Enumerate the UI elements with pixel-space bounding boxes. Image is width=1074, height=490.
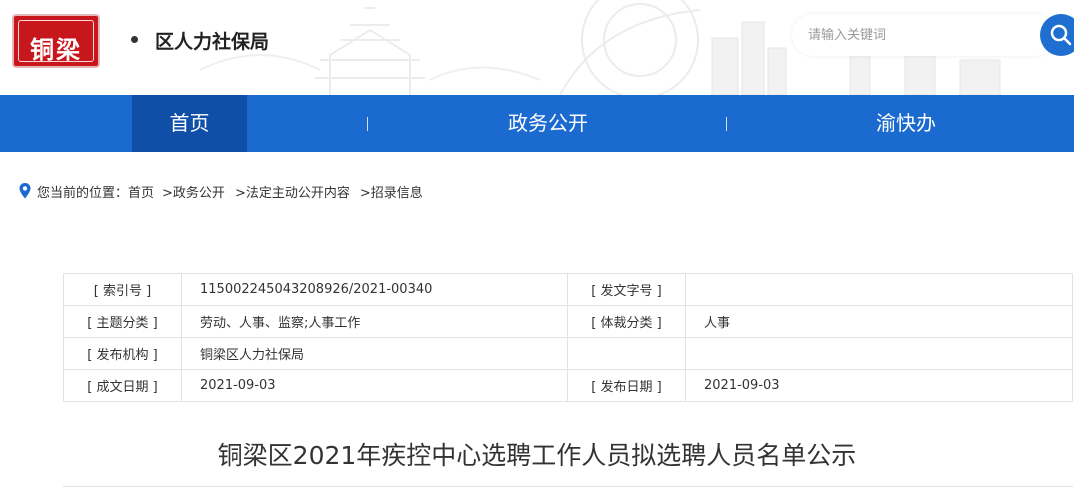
topic-value: 劳动、人事、监察;人事工作 xyxy=(181,305,568,338)
search-icon xyxy=(1050,24,1072,46)
table-row: [ 主题分类 ] 劳动、人事、监察;人事工作 [ 体裁分类 ] 人事 xyxy=(63,305,1073,338)
publisher-value: 铜梁区人力社保局 xyxy=(181,337,568,370)
breadcrumb-government-affairs[interactable]: >政务公开 xyxy=(162,182,225,201)
nav-item-home[interactable]: 首页 xyxy=(132,95,247,152)
breadcrumb-prefix: 您当前的位置： xyxy=(37,185,129,201)
genre-value: 人事 xyxy=(685,305,1073,338)
search-input[interactable] xyxy=(808,24,1028,46)
breadcrumb-recruitment-info[interactable]: >招录信息 xyxy=(360,182,423,201)
published-date-value: 2021-09-03 xyxy=(685,369,1073,402)
empty-cell xyxy=(685,337,1073,370)
index-value: 115002245043208926/2021-00340 xyxy=(181,273,568,306)
logo-text: 铜梁 xyxy=(30,35,82,64)
index-label: [ 索引号 ] xyxy=(63,273,182,306)
main-nav: 首页 政务公开 渝快办 xyxy=(0,95,1074,152)
document-meta-table: [ 索引号 ] 115002245043208926/2021-00340 [ … xyxy=(63,273,1073,402)
genre-label: [ 体裁分类 ] xyxy=(567,305,686,338)
article-title: 铜梁区2021年疾控中心选聘工作人员拟选聘人员名单公示 xyxy=(217,441,857,470)
publisher-label: [ 发布机构 ] xyxy=(63,337,182,370)
search-button[interactable] xyxy=(1040,14,1074,56)
title-divider xyxy=(63,486,1073,487)
doc-number-label: [ 发文字号 ] xyxy=(567,273,686,306)
empty-cell xyxy=(567,337,686,370)
nav-divider xyxy=(726,117,727,131)
nav-item-yukuaiban[interactable]: 渝快办 xyxy=(826,95,986,152)
bullet-icon xyxy=(131,36,138,43)
site-name[interactable]: 区人力社保局 xyxy=(155,27,269,54)
breadcrumb: 您当前的位置： 首页 >政务公开 >法定主动公开内容 >招录信息 xyxy=(18,181,425,201)
site-header: 铜梁 区人力社保局 xyxy=(0,0,1074,95)
breadcrumb-statutory-disclosure[interactable]: >法定主动公开内容 xyxy=(235,182,350,201)
nav-divider xyxy=(367,117,368,131)
breadcrumb-home[interactable]: 首页 xyxy=(128,182,154,201)
table-row: [ 索引号 ] 115002245043208926/2021-00340 [ … xyxy=(63,273,1073,306)
doc-number-value xyxy=(685,273,1073,306)
location-pin-icon xyxy=(19,183,31,199)
published-date-label: [ 发布日期 ] xyxy=(567,369,686,402)
created-date-label: [ 成文日期 ] xyxy=(63,369,182,402)
search-box xyxy=(792,14,1056,56)
table-row: [ 发布机构 ] 铜梁区人力社保局 xyxy=(63,337,1073,370)
site-logo[interactable]: 铜梁 xyxy=(12,14,100,68)
topic-label: [ 主题分类 ] xyxy=(63,305,182,338)
table-row: [ 成文日期 ] 2021-09-03 [ 发布日期 ] 2021-09-03 xyxy=(63,369,1073,402)
nav-item-government-affairs[interactable]: 政务公开 xyxy=(468,95,628,152)
created-date-value: 2021-09-03 xyxy=(181,369,568,402)
